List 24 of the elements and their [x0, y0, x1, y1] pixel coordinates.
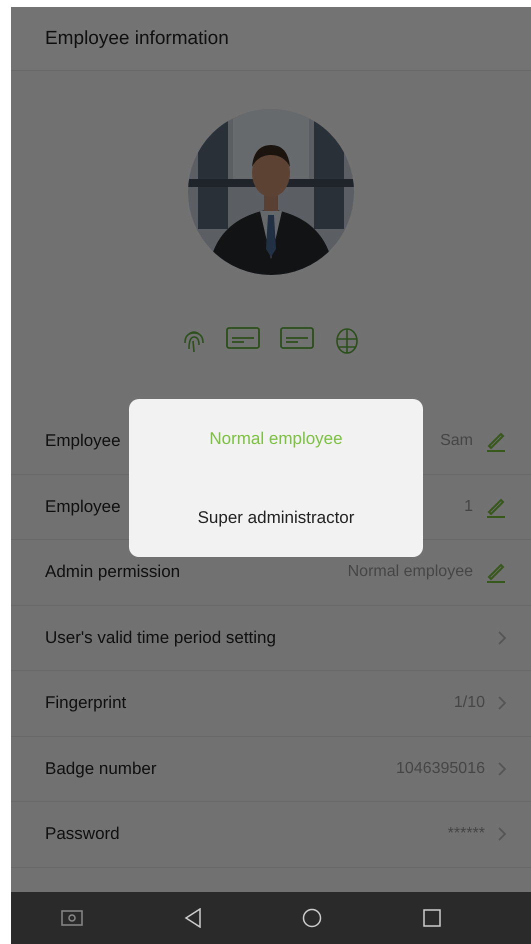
page-title: Employee information: [45, 28, 229, 50]
edit-icon[interactable]: [485, 430, 507, 452]
home-icon[interactable]: [302, 908, 322, 928]
face-icon: [334, 327, 360, 355]
setting-row[interactable]: Password ******: [11, 802, 531, 868]
setting-label: Employee: [45, 431, 121, 452]
card-icon: [280, 327, 314, 349]
setting-label: User's valid time period setting: [45, 628, 276, 648]
setting-row[interactable]: User's valid time period setting: [11, 606, 531, 671]
setting-label: Fingerprint: [45, 693, 126, 714]
screenshot-icon[interactable]: [61, 910, 84, 926]
chevron-right-icon[interactable]: [497, 760, 507, 777]
setting-value: ******: [448, 825, 485, 844]
edit-icon[interactable]: [485, 561, 507, 584]
setting-label: Admin permission: [45, 562, 180, 582]
back-icon[interactable]: [184, 908, 202, 928]
setting-label: Password: [45, 824, 120, 844]
setting-label: Badge number: [45, 758, 157, 779]
chevron-right-icon[interactable]: [497, 826, 507, 842]
setting-label: Employee: [45, 496, 121, 517]
recent-apps-icon[interactable]: [422, 909, 441, 927]
chevron-right-icon[interactable]: [497, 695, 507, 712]
card-icon: [226, 327, 260, 349]
chevron-right-icon[interactable]: [497, 630, 507, 646]
